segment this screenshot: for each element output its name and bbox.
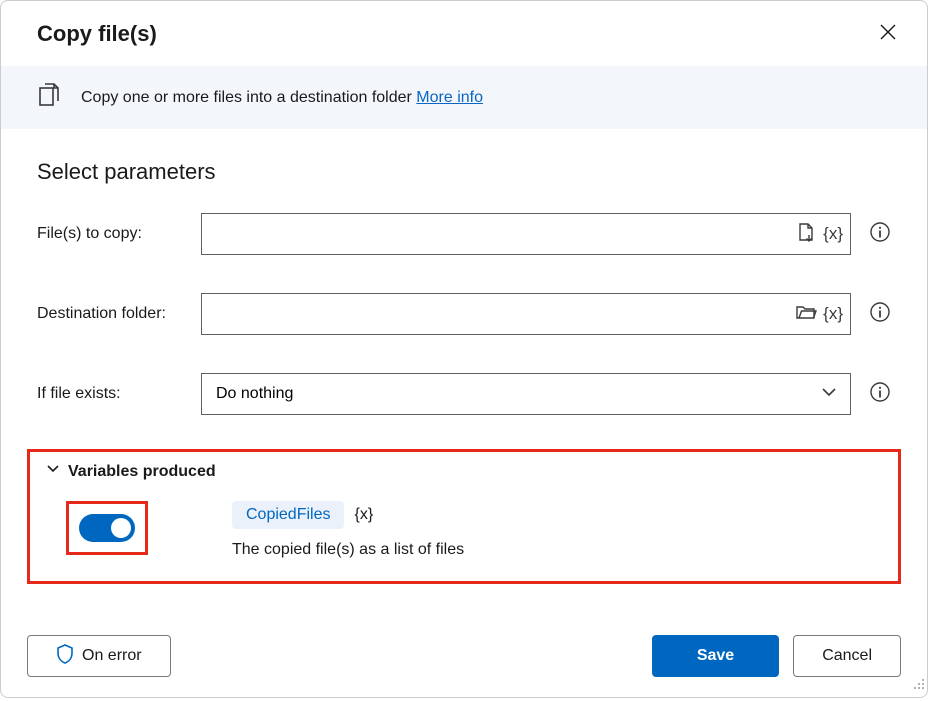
variables-produced-section: Variables produced CopiedFiles {x} The c… xyxy=(27,449,901,584)
input-wrapper: Do nothing xyxy=(201,373,851,415)
toggle-knob xyxy=(111,518,131,538)
info-icon[interactable] xyxy=(869,221,891,248)
copy-files-dialog: Copy file(s) Copy one or more files into… xyxy=(0,0,928,698)
dialog-footer: On error Save Cancel xyxy=(1,615,927,697)
folder-picker-icon[interactable] xyxy=(795,301,817,328)
info-icon[interactable] xyxy=(869,301,891,328)
variable-picker-icon[interactable]: {x} xyxy=(823,304,843,324)
cancel-button[interactable]: Cancel xyxy=(793,635,901,677)
field-label: File(s) to copy: xyxy=(37,225,201,243)
chevron-down-icon xyxy=(46,462,60,481)
dialog-title: Copy file(s) xyxy=(37,21,157,47)
close-icon xyxy=(879,23,897,44)
variable-picker-icon[interactable]: {x} xyxy=(823,224,843,244)
variable-brace-icon: {x} xyxy=(354,506,373,524)
field-if-file-exists: If file exists: Do nothing xyxy=(37,373,891,415)
info-banner-text: Copy one or more files into a destinatio… xyxy=(81,89,483,107)
field-destination-folder: Destination folder: {x} xyxy=(37,293,891,335)
variable-name-badge[interactable]: CopiedFiles xyxy=(232,501,344,529)
file-picker-icon[interactable] xyxy=(795,221,817,248)
variables-produced-header[interactable]: Variables produced xyxy=(46,462,882,481)
info-banner: Copy one or more files into a destinatio… xyxy=(1,66,927,129)
close-button[interactable] xyxy=(875,19,901,48)
more-info-link[interactable]: More info xyxy=(416,89,483,106)
on-error-button[interactable]: On error xyxy=(27,635,171,677)
save-button[interactable]: Save xyxy=(652,635,779,677)
input-wrapper: {x} xyxy=(201,293,851,335)
dialog-header: Copy file(s) xyxy=(1,1,927,66)
info-icon[interactable] xyxy=(869,381,891,408)
section-title: Select parameters xyxy=(37,159,891,185)
variable-toggle[interactable] xyxy=(79,514,135,542)
input-wrapper: {x} xyxy=(201,213,851,255)
dialog-content: Select parameters File(s) to copy: {x} D… xyxy=(1,129,927,615)
toggle-highlight xyxy=(66,501,148,555)
files-to-copy-input[interactable] xyxy=(201,213,851,255)
field-files-to-copy: File(s) to copy: {x} xyxy=(37,213,891,255)
variable-description: The copied file(s) as a list of files xyxy=(232,541,464,559)
variables-body: CopiedFiles {x} The copied file(s) as a … xyxy=(46,501,882,559)
shield-icon xyxy=(56,644,74,669)
field-label: Destination folder: xyxy=(37,305,201,323)
copy-file-icon xyxy=(37,82,63,113)
field-label: If file exists: xyxy=(37,385,201,403)
destination-folder-input[interactable] xyxy=(201,293,851,335)
variable-content: CopiedFiles {x} The copied file(s) as a … xyxy=(232,501,464,559)
if-file-exists-select[interactable]: Do nothing xyxy=(201,373,851,415)
chevron-down-icon xyxy=(820,383,838,406)
resize-grip-icon[interactable] xyxy=(911,676,925,695)
